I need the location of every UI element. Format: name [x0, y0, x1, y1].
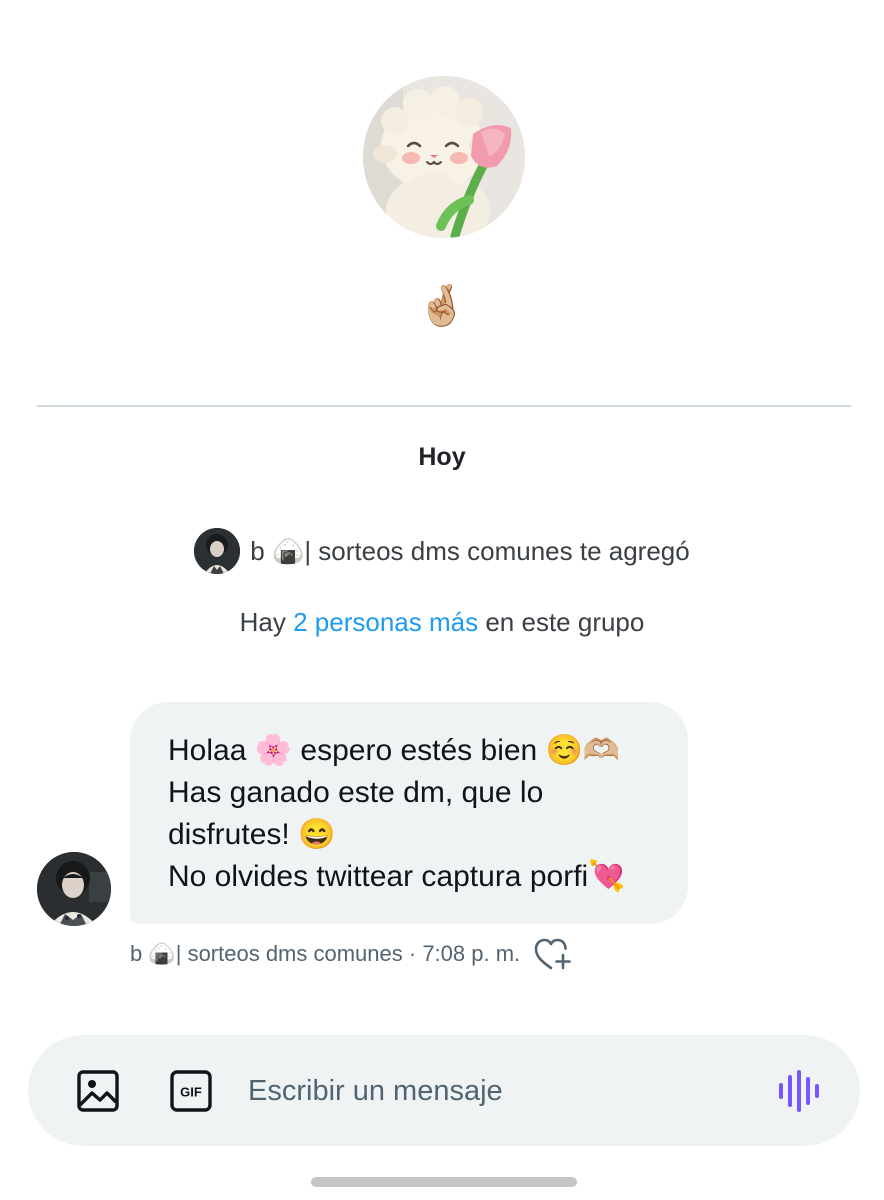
voice-message-button[interactable]: [775, 1067, 823, 1115]
group-description-emoji: 🤞🏼: [417, 283, 467, 329]
add-reaction-button[interactable]: [534, 937, 572, 971]
message-input[interactable]: [248, 1069, 748, 1113]
divider: [37, 405, 851, 407]
lamb-plush-picture: [363, 76, 525, 238]
sender-avatar-picture: [37, 852, 111, 926]
dm-conversation-screen: 🤞🏼 Hoy b 🍙| sorteos dms comunes te agreg…: [0, 0, 884, 1200]
image-icon: [77, 1070, 119, 1112]
more-members-link[interactable]: 2 personas más: [293, 607, 478, 637]
group-avatar[interactable]: [363, 76, 525, 238]
voice-wave-icon: [779, 1070, 819, 1112]
home-indicator[interactable]: [311, 1177, 577, 1187]
message-sender-and-time: b 🍙| sorteos dms comunes · 7:08 p. m.: [130, 941, 521, 966]
message-line: disfrutes! 😄: [168, 818, 336, 851]
added-to-group-notice: b 🍙| sorteos dms comunes te agregó: [0, 527, 884, 575]
gif-label: GIF: [180, 1085, 202, 1100]
user-avatar-picture: [194, 528, 241, 574]
members-prefix: Hay: [239, 607, 286, 637]
heart-plus-icon: [534, 938, 571, 970]
message-bubble[interactable]: Holaa 🌸 espero estés bien ☺️🫶🏼 Has ganad…: [130, 702, 688, 924]
avatar[interactable]: [194, 528, 241, 574]
add-gif-button[interactable]: GIF: [167, 1067, 215, 1115]
message-line: No olvides twittear captura porfi💘: [168, 860, 626, 893]
added-by-text: b 🍙| sorteos dms comunes te agregó: [250, 535, 690, 566]
gif-icon: GIF: [170, 1070, 212, 1112]
members-suffix: en este grupo: [485, 607, 645, 637]
message-composer: GIF: [28, 1035, 860, 1146]
group-members-notice: Hay 2 personas más en este grupo: [0, 604, 884, 640]
message-meta: b 🍙| sorteos dms comunes · 7:08 p. m.: [130, 934, 572, 974]
sender-avatar[interactable]: [37, 852, 111, 926]
message-line: Has ganado este dm, que lo: [168, 776, 544, 809]
add-photo-button[interactable]: [74, 1067, 122, 1115]
day-separator-label: Hoy: [418, 443, 466, 471]
message-line: Holaa 🌸 espero estés bien ☺️🫶🏼: [168, 734, 621, 767]
